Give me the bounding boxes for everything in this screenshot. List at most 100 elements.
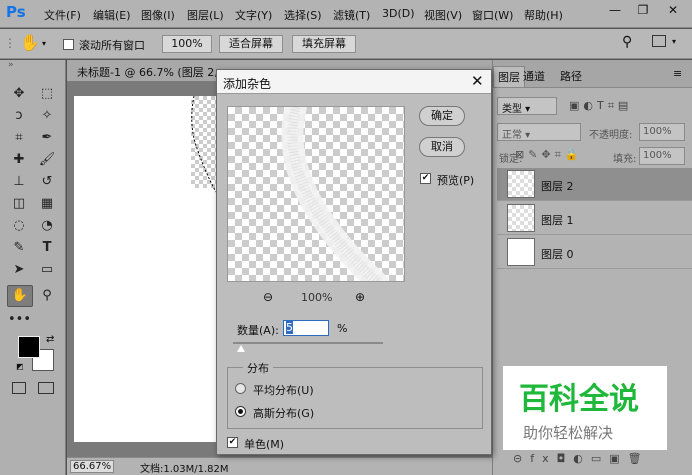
gradient-tool-icon[interactable]: ▦ [36, 194, 58, 214]
hand-tool-active-icon[interactable]: ✋ [7, 285, 33, 307]
layer-thumbnail [507, 238, 535, 266]
tool-preset-dropdown-icon[interactable]: ▾ [42, 39, 46, 48]
zoom-level-field[interactable]: 66.67% [70, 460, 115, 473]
brush-tool-icon[interactable]: 🖌 [36, 150, 58, 170]
zoom-out-icon[interactable]: ⊖ [263, 290, 273, 304]
watermark-box: 百科全说 助你轻松解决 [503, 366, 667, 450]
rectangle-tool-icon[interactable]: ▭ [36, 260, 58, 280]
monochromatic-checkbox[interactable]: ✔ [227, 437, 238, 448]
eyedropper-tool-icon[interactable]: ✒ [36, 128, 58, 148]
filter-icons[interactable]: ▣◐T⌗▤ [569, 99, 632, 113]
layer-name: 图层 1 [541, 214, 574, 227]
opacity-label: 不透明度: [589, 130, 633, 141]
layer-row-selected[interactable]: 图层 2 [497, 168, 692, 201]
type-tool-icon[interactable]: T [36, 238, 58, 258]
lock-icons[interactable]: ⊠✎✥⌗🔒 [515, 148, 583, 162]
uniform-label: 平均分布(U) [253, 384, 314, 397]
scroll-all-checkbox[interactable] [63, 39, 74, 50]
crop-tool-icon[interactable]: ⌗ [8, 128, 30, 148]
move-tool-icon[interactable]: ✥ [8, 84, 30, 104]
stamp-tool-icon[interactable]: ⊥ [8, 172, 30, 192]
tab-channels[interactable]: 通道 [523, 68, 545, 84]
watermark-title: 百科全说 [519, 382, 639, 417]
preview-label: 预览(P) [437, 174, 475, 187]
history-brush-tool-icon[interactable]: ↺ [36, 172, 58, 192]
cancel-button[interactable]: 取消 [419, 137, 465, 157]
dodge-tool-icon[interactable]: ◔ [36, 216, 58, 236]
preview-checkbox[interactable]: ✔ [420, 173, 431, 184]
menu-image[interactable]: 图像(I) [141, 7, 175, 23]
layers-panel: 图层 通道 路径 ≡ 类型 ▾ ▣◐T⌗▤ 正常 ▾ 不透明度: 100% 锁定… [492, 60, 692, 475]
menu-type[interactable]: 文字(Y) [235, 7, 272, 23]
zoom-in-icon[interactable]: ⊕ [355, 290, 365, 304]
magic-wand-tool-icon[interactable]: ✧ [36, 106, 58, 126]
menu-help[interactable]: 帮助(H) [524, 7, 563, 23]
layer-actions-icons[interactable]: ⊝fx◘◐▭▣🗑 [513, 452, 650, 465]
tab-paths[interactable]: 路径 [560, 68, 582, 84]
restore-icon[interactable]: ❐ [632, 2, 654, 18]
menu-layer[interactable]: 图层(L) [187, 7, 224, 23]
preview-pane[interactable] [227, 106, 405, 282]
kind-label: 类型 [502, 104, 522, 115]
workspace-dropdown-icon[interactable]: ▾ [672, 37, 676, 46]
layer-row[interactable]: 图层 0 [497, 236, 692, 269]
menu-edit[interactable]: 编辑(E) [93, 7, 131, 23]
panel-menu-icon[interactable]: ≡ [673, 67, 682, 80]
menu-bar: Ps 文件(F) 编辑(E) 图像(I) 图层(L) 文字(Y) 选择(S) 滤… [0, 0, 692, 28]
menu-select[interactable]: 选择(S) [284, 7, 322, 23]
workspace-icon[interactable] [652, 35, 666, 47]
pen-tool-icon[interactable]: ✎ [8, 238, 30, 258]
more-tools-icon[interactable]: ••• [8, 310, 31, 330]
healing-tool-icon[interactable]: ✚ [8, 150, 30, 170]
menu-view[interactable]: 视图(V) [424, 7, 462, 23]
blend-mode-dropdown[interactable]: 正常 ▾ [497, 123, 581, 141]
zoom-100-button[interactable]: 100% [162, 35, 212, 53]
swap-colors-icon[interactable]: ⇄ [46, 334, 54, 345]
quick-mask-icon[interactable] [12, 382, 26, 394]
ok-button[interactable]: 确定 [419, 106, 465, 126]
layer-row[interactable]: 图层 1 [497, 202, 692, 235]
document-tab-title[interactable]: 未标题-1 @ 66.7% (图层 2, RGB/8) [77, 64, 217, 80]
blur-tool-icon[interactable]: ◌ [8, 216, 30, 236]
dialog-titlebar: 添加杂色 ✕ [217, 70, 491, 94]
kind-filter-dropdown[interactable]: 类型 ▾ [497, 97, 557, 115]
search-icon[interactable]: ⚲ [622, 34, 632, 50]
marquee-tool-icon[interactable]: ⬚ [36, 84, 58, 104]
opacity-field[interactable]: 100% [639, 123, 685, 141]
tab-layers[interactable]: 图层 [493, 66, 525, 87]
dialog-title: 添加杂色 [223, 77, 272, 91]
preview-zoom: 100% [301, 291, 333, 304]
menu-file[interactable]: 文件(F) [44, 7, 81, 23]
grip-icon: ⋮ [4, 36, 16, 50]
collapse-arrows-icon[interactable]: » [8, 60, 14, 70]
menu-window[interactable]: 窗口(W) [472, 7, 513, 23]
fill-screen-button[interactable]: 填充屏幕 [292, 35, 356, 53]
amount-unit: % [337, 322, 348, 335]
zoom-tool-icon[interactable]: ⚲ [36, 286, 58, 306]
document-canvas[interactable] [74, 96, 217, 442]
radio-dot [238, 409, 243, 414]
hand-tool-icon[interactable]: ✋ [20, 33, 40, 52]
menu-filter[interactable]: 滤镜(T) [333, 7, 370, 23]
minimize-icon[interactable]: — [604, 2, 626, 18]
photoshop-logo: Ps [6, 3, 26, 21]
dialog-close-icon[interactable]: ✕ [471, 72, 484, 90]
options-bar: ⋮ ✋ ▾ 滚动所有窗口 100% 适合屏幕 填充屏幕 ⚲ ▾ [0, 29, 692, 59]
gaussian-radio[interactable] [235, 406, 246, 417]
amount-slider-thumb[interactable] [237, 345, 245, 352]
path-select-tool-icon[interactable]: ➤ [8, 260, 30, 280]
lasso-tool-icon[interactable]: ↄ [8, 106, 30, 126]
default-colors-icon[interactable]: ◩ [16, 362, 24, 371]
amount-input[interactable]: 5 [283, 320, 329, 336]
fit-screen-button[interactable]: 适合屏幕 [219, 35, 283, 53]
document-status-bar: 66.67% 文档:1.03M/1.82M [67, 457, 492, 475]
amount-slider-track[interactable] [233, 342, 383, 344]
fill-label: 填充: [613, 154, 637, 165]
eraser-tool-icon[interactable]: ◫ [8, 194, 30, 214]
uniform-radio[interactable] [235, 383, 246, 394]
foreground-color-swatch[interactable] [18, 336, 40, 358]
screen-mode-icon[interactable] [38, 382, 54, 394]
close-window-icon[interactable]: ✕ [662, 2, 684, 18]
menu-3d[interactable]: 3D(D) [382, 7, 415, 20]
fill-field[interactable]: 100% [639, 147, 685, 165]
